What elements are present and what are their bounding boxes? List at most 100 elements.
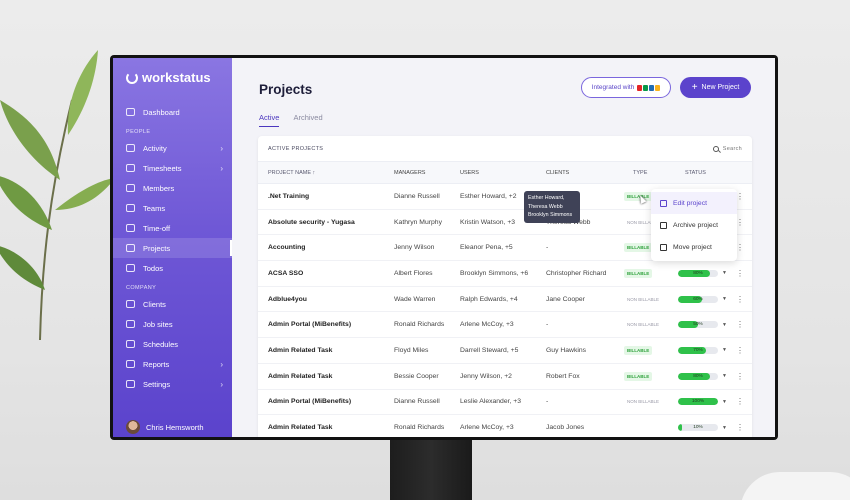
avatar <box>126 420 140 434</box>
sidebar-item-reports[interactable]: Reports › <box>113 354 232 374</box>
users-cell[interactable]: Brooklyn Simmons, +6 <box>460 270 528 277</box>
users-cell[interactable]: Jenny Wilson, +2 <box>460 373 512 380</box>
progress-bar: 50% <box>678 321 718 329</box>
status-dropdown-icon[interactable]: ▼ <box>722 322 727 328</box>
more-actions-icon[interactable]: ⋮ <box>736 397 744 406</box>
project-name[interactable]: ACSA SSO <box>268 270 303 277</box>
sidebar-nav: Dashboard PEOPLE Activity › Timesheets › Membe… <box>113 102 232 394</box>
progress-label: 100% <box>691 399 705 405</box>
sidebar-item-activity[interactable]: Activity › <box>113 138 232 158</box>
project-name[interactable]: Absolute security - Yugasa <box>268 219 355 226</box>
users-cell[interactable]: Esther Howard, +2 <box>460 193 516 200</box>
sidebar-item-dashboard[interactable]: Dashboard <box>113 102 232 122</box>
project-name[interactable]: Admin Portal (MiBenefits) <box>268 321 351 328</box>
manager-name: Jenny Wilson <box>394 244 435 252</box>
sidebar: workstatus Dashboard PEOPLE Activity › Times… <box>113 58 232 437</box>
sidebar-item-label: Time-off <box>143 223 171 233</box>
more-actions-icon[interactable]: ⋮ <box>736 346 744 355</box>
table-row[interactable]: Admin Related Task Bessie Cooper Jenny Wil… <box>258 364 752 390</box>
table-row[interactable]: Admin Related Task Floyd Miles Darrell Ste… <box>258 338 752 364</box>
table-row[interactable]: Admin Portal (MiBenefits) Ronald Richards… <box>258 312 752 339</box>
logo-text: workstatus <box>142 70 211 85</box>
integrated-with-button[interactable]: Integrated with <box>581 77 671 98</box>
more-actions-icon[interactable]: ⋮ <box>736 269 744 278</box>
users-cell[interactable]: Arlene McCoy, +3 <box>460 321 514 328</box>
project-name[interactable]: Admin Related Task <box>268 424 332 431</box>
col-project-name[interactable]: PROJECT NAME ↑ <box>268 170 315 176</box>
more-actions-icon[interactable]: ⋮ <box>736 320 744 329</box>
sidebar-section-label: COMPANY <box>126 285 157 291</box>
status-dropdown-icon[interactable]: ▼ <box>722 347 727 353</box>
users-tooltip: Esther Howard, Theresa Webb Brooklyn Sim… <box>524 191 580 223</box>
user-profile[interactable]: Chris Hemsworth <box>126 420 204 434</box>
menu-item-label: Archive project <box>673 221 718 229</box>
sidebar-item-label: Projects <box>143 243 171 253</box>
col-users: USERS <box>460 169 479 176</box>
activity-icon <box>126 144 135 152</box>
integrated-label: Integrated with <box>591 84 635 91</box>
menu-item-label: Move project <box>673 243 712 251</box>
more-actions-icon[interactable]: ⋮ <box>736 243 744 252</box>
sidebar-item-label: Schedules <box>143 339 179 349</box>
user-name: Chris Hemsworth <box>146 422 204 432</box>
project-name[interactable]: Adblue4you <box>268 296 307 303</box>
row-actions-menu: Edit project Archive project Move projec… <box>651 189 737 261</box>
sidebar-item-todos[interactable]: Todos <box>113 258 232 278</box>
status-dropdown-icon[interactable]: ▼ <box>722 373 727 379</box>
sidebar-item-job-sites[interactable]: Job sites <box>113 314 232 334</box>
sidebar-item-timesheets[interactable]: Timesheets › <box>113 158 232 178</box>
monitor: workstatus Dashboard PEOPLE Activity › Times… <box>110 55 778 440</box>
status-cell: 80% ▼ <box>678 269 727 277</box>
sidebar-item-clients[interactable]: Clients <box>113 294 232 314</box>
tabs: Active Archived <box>259 113 323 127</box>
users-cell[interactable]: Arlene McCoy, +3 <box>460 424 514 431</box>
project-name[interactable]: Admin Related Task <box>268 347 332 354</box>
users-cell[interactable]: Darrell Steward, +5 <box>460 347 518 354</box>
more-actions-icon[interactable]: ⋮ <box>736 423 744 432</box>
tab-active[interactable]: Active <box>259 113 280 127</box>
table-row[interactable]: ACSA SSO Albert Flores Brooklyn Simmons, +… <box>258 261 752 287</box>
status-dropdown-icon[interactable]: ▼ <box>722 425 727 431</box>
project-name[interactable]: .Net Training <box>268 193 309 200</box>
sidebar-item-settings[interactable]: Settings › <box>113 374 232 394</box>
status-dropdown-icon[interactable]: ▼ <box>722 399 727 405</box>
search-button[interactable]: Search <box>712 145 742 152</box>
users-cell[interactable]: Ralph Edwards, +4 <box>460 296 518 303</box>
col-status: STATUS <box>685 169 706 176</box>
table-row[interactable]: Adblue4you Wade Warren Ralph Edwards, +4 Ja… <box>258 287 752 313</box>
sidebar-item-label: Members <box>143 183 175 193</box>
users-cell[interactable]: Leslie Alexander, +3 <box>460 398 521 405</box>
clock-icon <box>126 164 135 172</box>
users-cell[interactable]: Kristin Watson, +3 <box>460 219 515 226</box>
status-dropdown-icon[interactable]: ▼ <box>722 270 727 276</box>
manager-name: Wade Warren <box>394 295 436 303</box>
sidebar-item-time-off[interactable]: Time-off <box>113 218 232 238</box>
more-actions-icon[interactable]: ⋮ <box>736 192 744 201</box>
sidebar-item-projects[interactable]: Projects <box>113 238 232 258</box>
menu-item-move-project[interactable]: Move project <box>651 236 737 258</box>
project-name[interactable]: Admin Portal (MiBenefits) <box>268 398 351 405</box>
app-logo[interactable]: workstatus <box>126 70 211 85</box>
project-name[interactable]: Accounting <box>268 244 305 251</box>
users-cell[interactable]: Eleanor Pena, +5 <box>460 244 513 251</box>
sidebar-item-label: Activity <box>143 143 167 153</box>
type-cell: NON BILLABLE <box>624 296 662 303</box>
progress-label: 80% <box>693 373 703 379</box>
more-actions-icon[interactable]: ⋮ <box>736 372 744 381</box>
table-row[interactable]: Admin Related Task Ronald Richards Arlene … <box>258 415 752 437</box>
more-actions-icon[interactable]: ⋮ <box>736 218 744 227</box>
status-dropdown-icon[interactable]: ▼ <box>722 296 727 302</box>
col-type: TYPE <box>633 169 648 176</box>
table-row[interactable]: Admin Portal (MiBenefits) Dianne Russell L… <box>258 390 752 416</box>
tab-archived[interactable]: Archived <box>293 113 322 127</box>
new-project-button[interactable]: + New Project <box>680 77 751 98</box>
sidebar-item-members[interactable]: Members <box>113 178 232 198</box>
menu-item-edit-project[interactable]: Edit project <box>651 192 737 214</box>
more-actions-icon[interactable]: ⋮ <box>736 295 744 304</box>
project-name[interactable]: Admin Related Task <box>268 373 332 380</box>
sidebar-item-teams[interactable]: Teams <box>113 198 232 218</box>
sidebar-item-schedules[interactable]: Schedules <box>113 334 232 354</box>
menu-item-archive-project[interactable]: Archive project <box>651 214 737 236</box>
manager-name: Ronald Richards <box>394 424 445 432</box>
progress-bar: 60% <box>678 295 718 303</box>
